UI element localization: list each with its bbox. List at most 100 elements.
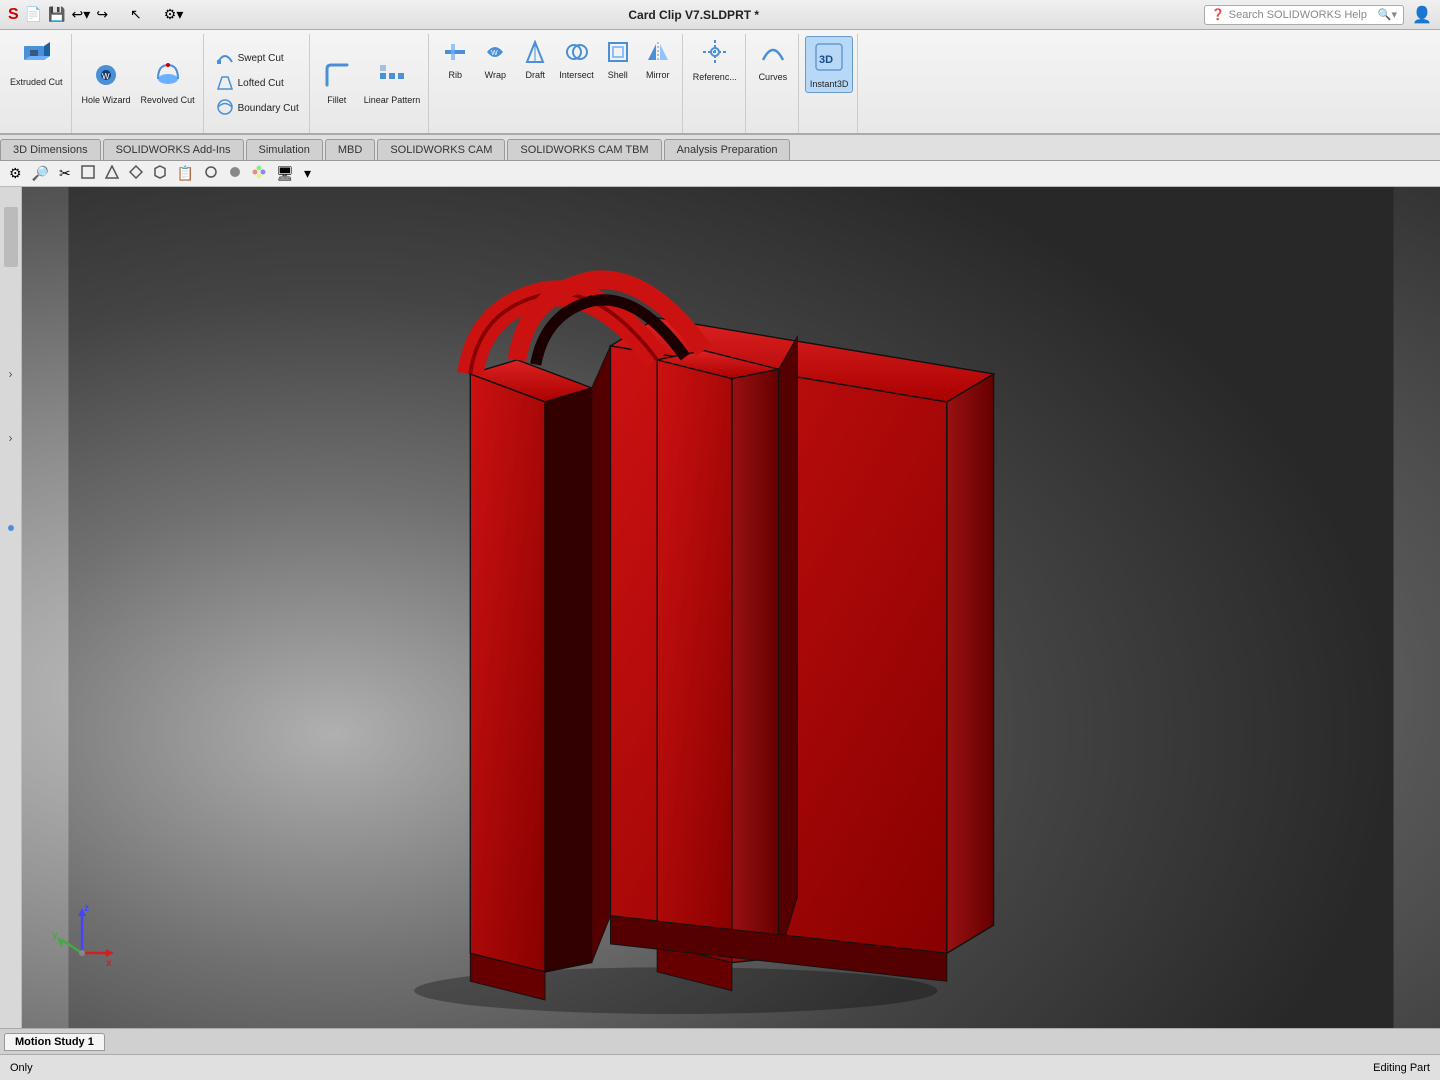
sec-cut-icon[interactable]: ✂ bbox=[56, 163, 74, 184]
mirror-button[interactable]: Mirror bbox=[638, 38, 678, 83]
wrap-icon: W bbox=[483, 40, 507, 68]
fillet-button[interactable]: Fillet bbox=[316, 59, 358, 108]
curves-group: Curves bbox=[748, 34, 799, 133]
cursor-icon[interactable]: ↖ bbox=[130, 6, 142, 23]
status-left: Only bbox=[10, 1062, 33, 1074]
lofted-cut-button[interactable]: Lofted Cut bbox=[212, 71, 303, 96]
search-icon[interactable]: 🔍 bbox=[1378, 8, 1392, 21]
reference-button[interactable]: Referenc... bbox=[689, 36, 741, 85]
svg-text:x: x bbox=[106, 958, 112, 968]
instant3d-icon: 3D bbox=[813, 39, 845, 77]
titlebar-title: Card Clip V7.SLDPRT * bbox=[183, 8, 1204, 22]
sec-hex-icon[interactable] bbox=[150, 163, 170, 184]
curves-label: Curves bbox=[759, 72, 788, 83]
mirror-icon bbox=[646, 40, 670, 68]
tab-analysis-preparation[interactable]: Analysis Preparation bbox=[664, 139, 791, 160]
redo-icon[interactable]: ↪ bbox=[96, 6, 108, 23]
intersect-button[interactable]: Intersect bbox=[555, 38, 598, 83]
fillet-label: Fillet bbox=[327, 95, 346, 106]
titlebar-left: S 📄 💾 ↩▾ ↪ ↖ ⚙▾ bbox=[8, 6, 183, 24]
tab-solidworks-cam[interactable]: SOLIDWORKS CAM bbox=[377, 139, 505, 160]
titlebar-right: ❓ Search SOLIDWORKS Help 🔍 ▾ 👤 bbox=[1204, 5, 1432, 25]
rib-icon bbox=[443, 40, 467, 68]
help-icon: ❓ bbox=[1211, 8, 1225, 21]
swept-cut-button[interactable]: Swept Cut bbox=[212, 46, 303, 71]
tab-solidworks-cam-tbm[interactable]: SOLIDWORKS CAM TBM bbox=[507, 139, 661, 160]
sec-shape2-icon[interactable] bbox=[126, 163, 146, 184]
bottom-tab-bar: Motion Study 1 bbox=[0, 1028, 1440, 1054]
user-icon[interactable]: 👤 bbox=[1412, 5, 1432, 25]
tabbar: 3D Dimensions SOLIDWORKS Add-Ins Simulat… bbox=[0, 135, 1440, 161]
left-panel: › › bbox=[0, 187, 22, 1028]
fillet-pattern-group: Fillet Linear Pattern bbox=[312, 34, 430, 133]
lofted-cut-icon bbox=[216, 73, 234, 94]
sec-shape1-icon[interactable] bbox=[102, 163, 122, 184]
sec-magnify-icon[interactable]: 🔎 bbox=[29, 163, 52, 184]
svg-text:z: z bbox=[84, 903, 89, 914]
toolbar: Extruded Cut W Hole Wizard Revolved Cut … bbox=[0, 30, 1440, 135]
swept-cut-icon bbox=[216, 48, 234, 69]
revolved-cut-button[interactable]: Revolved Cut bbox=[137, 59, 199, 108]
reference-group: Referenc... bbox=[685, 34, 746, 133]
status-right: Editing Part bbox=[1373, 1062, 1430, 1074]
hole-wizard-label: Hole Wizard bbox=[82, 95, 131, 106]
sec-filled-circle-icon[interactable] bbox=[225, 163, 245, 184]
linear-pattern-label: Linear Pattern bbox=[364, 95, 421, 106]
hole-revolved-group: W Hole Wizard Revolved Cut bbox=[74, 34, 204, 133]
sec-clipboard-icon[interactable]: 📋 bbox=[174, 163, 197, 184]
titlebar: S 📄 💾 ↩▾ ↪ ↖ ⚙▾ Card Clip V7.SLDPRT * ❓ … bbox=[0, 0, 1440, 30]
misc-tools-group: Rib W Wrap Draft Intersect Shell bbox=[431, 34, 683, 133]
undo-dropdown-icon[interactable]: ↩▾ bbox=[72, 6, 91, 23]
viewport[interactable]: z y x bbox=[22, 187, 1440, 1028]
mirror-label: Mirror bbox=[646, 70, 670, 81]
svg-text:W: W bbox=[491, 50, 498, 57]
rib-button[interactable]: Rib bbox=[435, 38, 475, 83]
boundary-cut-icon bbox=[216, 98, 234, 119]
lofted-cut-label: Lofted Cut bbox=[238, 78, 284, 89]
options-icon[interactable]: ⚙▾ bbox=[164, 6, 184, 23]
tab-solidworks-addins[interactable]: SOLIDWORKS Add-Ins bbox=[103, 139, 244, 160]
instant3d-button[interactable]: 3D Instant3D bbox=[805, 36, 854, 93]
sec-rect-icon[interactable] bbox=[78, 163, 98, 184]
expand-icon[interactable]: › bbox=[9, 367, 13, 381]
motion-study-1-tab[interactable]: Motion Study 1 bbox=[4, 1033, 105, 1051]
shell-button[interactable]: Shell bbox=[598, 38, 638, 83]
sec-settings-icon[interactable]: ⚙ bbox=[6, 163, 25, 184]
sec-circle-icon[interactable] bbox=[201, 163, 221, 184]
revolved-cut-label: Revolved Cut bbox=[141, 95, 195, 106]
linear-pattern-button[interactable]: Linear Pattern bbox=[360, 59, 425, 108]
reference-icon bbox=[701, 38, 729, 70]
fillet-icon bbox=[323, 61, 351, 93]
secondary-toolbar: ⚙ 🔎 ✂ 📋 🖥 ▾ bbox=[0, 161, 1440, 187]
revolved-cut-icon bbox=[154, 61, 182, 93]
sec-color-icon[interactable] bbox=[249, 163, 269, 184]
hole-wizard-button[interactable]: W Hole Wizard bbox=[78, 59, 135, 108]
wrap-label: Wrap bbox=[485, 70, 506, 81]
hole-wizard-icon: W bbox=[92, 61, 120, 93]
tab-mbd[interactable]: MBD bbox=[325, 139, 375, 160]
search-box[interactable]: ❓ Search SOLIDWORKS Help 🔍 ▾ bbox=[1204, 5, 1404, 25]
tab-3d-dimensions[interactable]: 3D Dimensions bbox=[0, 139, 101, 160]
curves-icon bbox=[759, 38, 787, 70]
tab-simulation[interactable]: Simulation bbox=[246, 139, 323, 160]
sw-logo-icon[interactable]: S bbox=[8, 6, 19, 24]
shell-icon bbox=[606, 40, 630, 68]
sec-display-icon[interactable]: 🖥 bbox=[273, 163, 297, 184]
boundary-cut-button[interactable]: Boundary Cut bbox=[212, 96, 303, 121]
save-icon[interactable]: 💾 bbox=[48, 6, 65, 23]
extruded-cut-icon bbox=[20, 38, 52, 75]
draft-button[interactable]: Draft bbox=[515, 38, 555, 83]
wrap-button[interactable]: W Wrap bbox=[475, 38, 515, 83]
sec-dropdown-icon[interactable]: ▾ bbox=[301, 163, 314, 184]
search-dropdown-icon[interactable]: ▾ bbox=[1392, 8, 1398, 21]
expand-icon-2[interactable]: › bbox=[9, 431, 13, 445]
new-icon[interactable]: 📄 bbox=[25, 6, 42, 23]
svg-text:3D: 3D bbox=[819, 54, 833, 66]
extruded-cut-button[interactable]: Extruded Cut bbox=[6, 36, 67, 90]
search-placeholder: Search SOLIDWORKS Help bbox=[1229, 9, 1378, 21]
panel-handle[interactable] bbox=[4, 207, 18, 267]
extruded-cut-group: Extruded Cut bbox=[2, 34, 72, 133]
curves-button[interactable]: Curves bbox=[752, 36, 794, 85]
swept-cut-label: Swept Cut bbox=[238, 53, 284, 64]
draft-label: Draft bbox=[526, 70, 546, 81]
